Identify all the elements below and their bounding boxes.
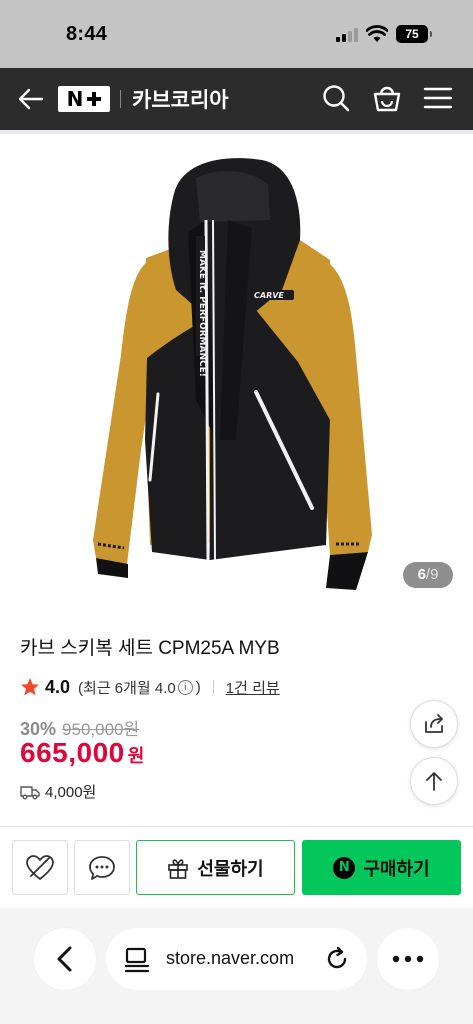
purchase-bar: 선물하기 N 구매하기: [0, 828, 473, 908]
delivery-truck-icon: [20, 785, 40, 799]
rating-score: 4.0: [45, 676, 71, 697]
browser-toolbar: store.naver.com: [0, 908, 473, 1024]
browser-back-button[interactable]: [34, 928, 96, 990]
url-text: store.naver.com: [166, 948, 295, 968]
status-bar: 8:44 75: [0, 0, 473, 68]
header-accent-line: [0, 130, 473, 134]
info-icon[interactable]: i: [177, 679, 193, 695]
heart-icon: [26, 854, 54, 880]
shipping-fee: 4,000원: [45, 784, 97, 801]
ski-jacket-image[interactable]: MAKE it. PERFORMANCE! CARVE: [0, 140, 473, 600]
share-button[interactable]: [410, 700, 458, 748]
battery-icon: 75: [396, 25, 432, 43]
page-menu-icon[interactable]: [124, 947, 150, 973]
shopping-bag-icon[interactable]: [371, 82, 403, 114]
product-title: 카브 스키복 세트 CPM25A MYB: [20, 638, 280, 659]
menu-icon[interactable]: [422, 82, 454, 114]
gift-button[interactable]: 선물하기: [136, 840, 295, 895]
address-bar[interactable]: store.naver.com: [106, 928, 367, 990]
svg-text:CARVE: CARVE: [254, 291, 284, 300]
more-dots-icon: [392, 955, 424, 963]
naver-plus-logo[interactable]: N: [58, 86, 110, 112]
purchase-button-label: 구매하기: [363, 858, 430, 879]
wifi-icon: [366, 25, 388, 42]
purchase-button[interactable]: N 구매하기: [302, 840, 461, 895]
app-header: N 카브코리아: [0, 68, 473, 130]
recent-rating-close: ): [195, 678, 201, 696]
recent-rating[interactable]: (최근 6개월 4.0 i ): [78, 677, 201, 698]
sale-price-currency: 원: [127, 746, 145, 766]
image-counter-total: 9: [430, 566, 439, 583]
sale-price: 665,000: [20, 737, 125, 768]
gift-button-label: 선물하기: [197, 858, 264, 879]
share-icon: [425, 714, 443, 733]
gift-icon: [168, 858, 189, 879]
svg-text:MAKE it. PERFORMANCE!: MAKE it. PERFORMANCE!: [197, 250, 207, 377]
scroll-top-button[interactable]: [410, 757, 458, 805]
reload-icon[interactable]: [324, 946, 350, 972]
price-row: 665,000 원: [20, 737, 144, 769]
chevron-left-icon: [57, 946, 72, 972]
battery-level: 75: [405, 27, 419, 41]
shipping-row: 4,000원: [20, 781, 96, 802]
arrow-up-icon: [426, 772, 442, 791]
naver-pay-icon: N: [333, 856, 356, 879]
recent-rating-text: (최근 6개월 4.0: [78, 679, 176, 697]
image-counter: 6/9: [403, 562, 453, 588]
section-divider: [0, 826, 473, 827]
chat-bubble-icon: [89, 855, 115, 880]
back-arrow-icon[interactable]: [16, 84, 46, 114]
store-name[interactable]: 카브코리아: [132, 84, 229, 114]
header-divider: [120, 90, 121, 108]
rating-separator: [212, 680, 214, 694]
talk-chat-button[interactable]: [74, 840, 130, 895]
wishlist-button[interactable]: [12, 840, 68, 895]
browser-more-button[interactable]: [377, 928, 439, 990]
search-icon[interactable]: [320, 82, 352, 114]
image-counter-current: 6: [417, 566, 426, 583]
rating-row: 4.0 (최근 6개월 4.0 i ) 1건 리뷰: [20, 675, 280, 699]
cellular-signal-icon: [336, 28, 360, 42]
status-time: 8:44: [66, 23, 108, 45]
review-count-link[interactable]: 1건 리뷰: [226, 677, 280, 698]
star-icon: [21, 678, 39, 696]
